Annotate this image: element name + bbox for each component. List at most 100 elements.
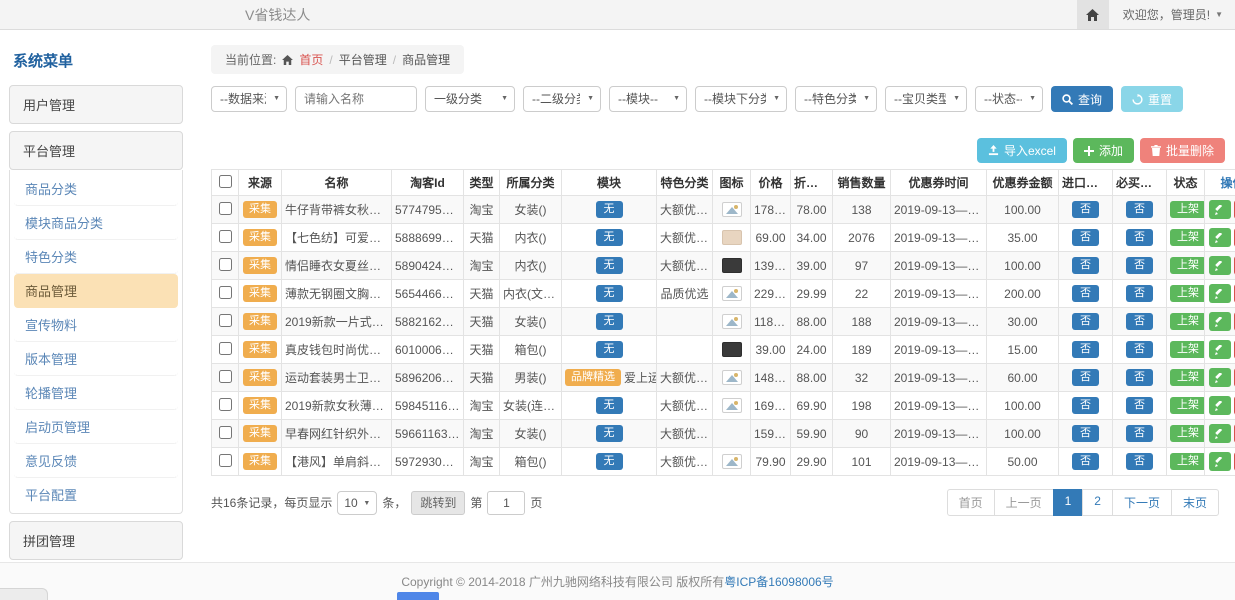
page-button-上一页[interactable]: 上一页: [994, 489, 1054, 516]
edit-button[interactable]: [1209, 396, 1231, 415]
row-checkbox[interactable]: [219, 342, 232, 355]
search-button[interactable]: 查询: [1051, 86, 1113, 112]
must-buy-toggle[interactable]: 否: [1126, 285, 1153, 302]
row-checkbox[interactable]: [219, 398, 232, 411]
import-excel-button[interactable]: 导入excel: [977, 138, 1067, 163]
cell-category: 箱包(): [500, 448, 562, 476]
status-badge[interactable]: 上架: [1170, 425, 1205, 442]
must-buy-toggle[interactable]: 否: [1126, 369, 1153, 386]
data-source-select[interactable]: --数据来源--: [211, 86, 287, 112]
level2-category-select[interactable]: --二级分类--: [523, 86, 601, 112]
row-checkbox[interactable]: [219, 230, 232, 243]
import-select-toggle[interactable]: 否: [1072, 313, 1099, 330]
status-badge[interactable]: 上架: [1170, 397, 1205, 414]
import-select-toggle[interactable]: 否: [1072, 285, 1099, 302]
breadcrumb-item-goods[interactable]: 商品管理: [402, 51, 450, 68]
row-checkbox[interactable]: [219, 454, 232, 467]
edit-button[interactable]: [1209, 200, 1231, 219]
must-buy-toggle[interactable]: 否: [1126, 257, 1153, 274]
status-badge[interactable]: 上架: [1170, 453, 1205, 470]
edit-button[interactable]: [1209, 368, 1231, 387]
import-select-toggle[interactable]: 否: [1072, 369, 1099, 386]
user-menu[interactable]: 欢迎您，管理员! ▼: [1123, 6, 1223, 23]
edit-button[interactable]: [1209, 424, 1231, 443]
import-select-toggle[interactable]: 否: [1072, 425, 1099, 442]
module-subcategory-select[interactable]: --模块下分类--: [695, 86, 787, 112]
import-select-toggle[interactable]: 否: [1072, 453, 1099, 470]
import-select-toggle[interactable]: 否: [1072, 341, 1099, 358]
select-all-checkbox[interactable]: [219, 175, 232, 188]
import-select-toggle[interactable]: 否: [1072, 229, 1099, 246]
sidebar-item-平台配置[interactable]: 平台配置: [14, 478, 178, 511]
pagination-summary: 共16条记录，每页显示 10 条， 跳转到 第 页: [211, 491, 542, 515]
status-badge[interactable]: 上架: [1170, 201, 1205, 218]
status-badge[interactable]: 上架: [1170, 285, 1205, 302]
breadcrumb-item-platform[interactable]: 平台管理: [339, 51, 387, 68]
sidebar-item-意见反馈[interactable]: 意见反馈: [14, 444, 178, 478]
must-buy-toggle[interactable]: 否: [1126, 425, 1153, 442]
status-badge[interactable]: 上架: [1170, 341, 1205, 358]
page-button-1[interactable]: 1: [1053, 489, 1084, 516]
search-icon: [1062, 94, 1073, 105]
row-checkbox[interactable]: [219, 286, 232, 299]
add-button[interactable]: 添加: [1073, 138, 1134, 163]
status-select[interactable]: --状态--: [975, 86, 1043, 112]
row-checkbox[interactable]: [219, 426, 232, 439]
must-buy-toggle[interactable]: 否: [1126, 453, 1153, 470]
sidebar-item-商品管理[interactable]: 商品管理: [14, 274, 178, 308]
bulk-delete-button[interactable]: 批量删除: [1140, 138, 1225, 163]
must-buy-toggle[interactable]: 否: [1126, 313, 1153, 330]
edit-button[interactable]: [1209, 228, 1231, 247]
cell-import-select: 否: [1059, 224, 1113, 252]
sidebar-group-用户管理[interactable]: 用户管理: [9, 85, 183, 124]
icp-link[interactable]: 粤ICP备16098006号: [724, 573, 833, 590]
feature-category-select[interactable]: --特色分类--: [795, 86, 877, 112]
import-select-toggle[interactable]: 否: [1072, 257, 1099, 274]
module-select[interactable]: --模块--: [609, 86, 687, 112]
edit-button[interactable]: [1209, 452, 1231, 471]
reset-button[interactable]: 重置: [1121, 86, 1183, 112]
sidebar-item-启动页管理[interactable]: 启动页管理: [14, 410, 178, 444]
status-badge[interactable]: 上架: [1170, 257, 1205, 274]
sidebar-group-拼团管理[interactable]: 拼团管理: [9, 521, 183, 560]
module-none-badge: 无: [596, 453, 623, 470]
jump-button[interactable]: 跳转到: [411, 491, 465, 515]
item-type-select[interactable]: --宝贝类型--: [885, 86, 967, 112]
page-button-2[interactable]: 2: [1082, 489, 1113, 516]
level1-category-select[interactable]: 一级分类: [425, 86, 515, 112]
sidebar-item-宣传物料[interactable]: 宣传物料: [14, 308, 178, 342]
edit-button[interactable]: [1209, 284, 1231, 303]
must-buy-toggle[interactable]: 否: [1126, 397, 1153, 414]
status-badge[interactable]: 上架: [1170, 229, 1205, 246]
must-buy-toggle[interactable]: 否: [1126, 229, 1153, 246]
row-checkbox[interactable]: [219, 202, 232, 215]
cell-must-buy: 否: [1113, 308, 1167, 336]
sidebar-item-版本管理[interactable]: 版本管理: [14, 342, 178, 376]
import-select-toggle[interactable]: 否: [1072, 201, 1099, 218]
name-search-input[interactable]: [295, 86, 417, 112]
page-button-首页[interactable]: 首页: [947, 489, 995, 516]
sidebar-item-商品分类[interactable]: 商品分类: [14, 172, 178, 206]
edit-button[interactable]: [1209, 312, 1231, 331]
import-select-toggle[interactable]: 否: [1072, 397, 1099, 414]
must-buy-toggle[interactable]: 否: [1126, 201, 1153, 218]
row-checkbox[interactable]: [219, 258, 232, 271]
sidebar-group-平台管理[interactable]: 平台管理: [9, 131, 183, 170]
row-checkbox[interactable]: [219, 314, 232, 327]
must-buy-toggle[interactable]: 否: [1126, 341, 1153, 358]
edit-button[interactable]: [1209, 340, 1231, 359]
browser-status-tab: [0, 588, 48, 600]
breadcrumb-home-link[interactable]: 首页: [299, 51, 323, 68]
sidebar-item-模块商品分类[interactable]: 模块商品分类: [14, 206, 178, 240]
page-button-下一页[interactable]: 下一页: [1112, 489, 1172, 516]
home-button[interactable]: [1077, 0, 1109, 29]
sidebar-item-轮播管理[interactable]: 轮播管理: [14, 376, 178, 410]
sidebar-item-特色分类[interactable]: 特色分类: [14, 240, 178, 274]
per-page-select[interactable]: 10: [337, 491, 377, 515]
row-checkbox[interactable]: [219, 370, 232, 383]
page-button-末页[interactable]: 末页: [1171, 489, 1219, 516]
page-number-input[interactable]: [487, 491, 525, 515]
edit-button[interactable]: [1209, 256, 1231, 275]
status-badge[interactable]: 上架: [1170, 313, 1205, 330]
status-badge[interactable]: 上架: [1170, 369, 1205, 386]
